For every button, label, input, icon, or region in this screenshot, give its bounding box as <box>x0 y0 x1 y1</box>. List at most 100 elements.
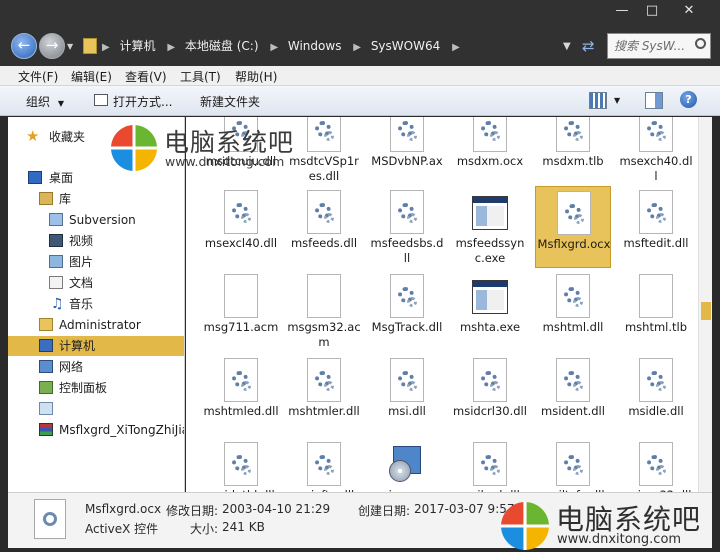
dll-gear-icon <box>389 274 425 318</box>
organize-button[interactable]: 组织 ▼ <box>26 93 64 110</box>
details-size-label: 大小: <box>190 522 219 536</box>
menu-edit[interactable]: 编辑(E) <box>71 68 112 85</box>
close-button[interactable]: ✕ <box>674 2 704 20</box>
breadcrumb-syswow64[interactable]: SysWOW64 <box>371 39 440 53</box>
file-item[interactable]: mshtmled.dll <box>203 354 279 436</box>
file-item[interactable]: msihnd.dll <box>452 438 528 492</box>
history-dropdown-icon[interactable]: ▼ <box>67 42 73 51</box>
file-item[interactable]: MsgTrack.dll <box>369 270 445 352</box>
file-item[interactable]: msimg32.dll <box>618 438 694 492</box>
file-item[interactable]: msexcl40.dll <box>203 186 279 268</box>
dll-gear-icon <box>638 358 674 402</box>
nav-administrator[interactable]: Administrator <box>8 315 184 335</box>
dll-gear-icon <box>389 190 425 234</box>
file-item[interactable]: msfeedsbs.dll <box>369 186 445 268</box>
new-folder-button[interactable]: 新建文件夹 <box>200 93 260 110</box>
file-name: msftedit.dll <box>623 236 689 250</box>
file-item[interactable]: mshta.exe <box>452 270 528 352</box>
menu-help[interactable]: 帮助(H) <box>235 68 277 85</box>
file-item[interactable]: Msflxgrd.ocx <box>535 186 611 268</box>
vertical-scrollbar[interactable] <box>698 117 712 492</box>
view-dropdown-icon[interactable]: ▼ <box>614 96 620 105</box>
recycle-bin-icon <box>39 402 53 415</box>
breadcrumb-separator-icon: ▶ <box>102 42 110 53</box>
nav-archive-file[interactable]: Msflxgrd_XiTongZhiJia.zi <box>8 420 184 440</box>
file-item[interactable]: msfeeds.dll <box>286 186 362 268</box>
library-icon <box>39 192 53 205</box>
file-item[interactable]: mshtmler.dll <box>286 354 362 436</box>
maximize-button[interactable]: □ <box>637 2 667 20</box>
archive-icon <box>39 423 53 436</box>
command-bar: 组织 ▼ 打开方式... 新建文件夹 ▼ <box>0 86 720 116</box>
details-filename: Msflxgrd.ocx <box>85 502 162 516</box>
menu-file[interactable]: 文件(F) <box>18 68 58 85</box>
nav-administrator-label: Administrator <box>59 318 141 332</box>
forward-button[interactable]: → <box>39 33 65 59</box>
file-item[interactable]: msgsm32.acm <box>286 270 362 352</box>
nav-music[interactable]: ♫ 音乐 <box>8 294 184 314</box>
nav-computer[interactable]: 计算机 <box>8 336 184 356</box>
open-with-button[interactable]: 打开方式... <box>113 93 172 110</box>
file-item[interactable]: msexch40.dll <box>618 117 694 186</box>
file-item[interactable]: msidcrl30.dll <box>452 354 528 436</box>
nav-recycle-bin[interactable] <box>8 399 184 419</box>
breadcrumb-separator-icon: ▶ <box>452 42 460 53</box>
file-name: mshtml.dll <box>542 320 604 334</box>
file-item[interactable]: msiltcfg.dll <box>535 438 611 492</box>
nav-documents[interactable]: 文档 <box>8 273 184 293</box>
back-button[interactable]: ← <box>11 33 37 59</box>
nav-videos[interactable]: 视频 <box>8 231 184 251</box>
file-item[interactable]: mshtml.dll <box>535 270 611 352</box>
folder-icon <box>83 38 97 54</box>
file-item[interactable]: msiexec.exe <box>369 438 445 492</box>
file-item[interactable]: msfeedssync.exe <box>452 186 528 268</box>
menu-bar: 文件(F) 编辑(E) 查看(V) 工具(T) 帮助(H) <box>0 66 720 86</box>
scrollbar-thumb[interactable] <box>701 302 711 320</box>
file-item[interactable]: MSDvbNP.ax <box>369 117 445 186</box>
breadcrumb-windows[interactable]: Windows <box>288 39 342 53</box>
file-item[interactable]: msftedit.dll <box>618 186 694 268</box>
file-item[interactable]: msi.dll <box>369 354 445 436</box>
help-icon[interactable]: ? <box>680 91 697 108</box>
dll-gear-icon <box>555 358 591 402</box>
menu-tools[interactable]: 工具(T) <box>180 68 221 85</box>
nav-control-panel-label: 控制面板 <box>59 381 108 395</box>
breadcrumb[interactable]: ▶ 计算机 ▶ 本地磁盘 (C:) ▶ Windows ▶ SysWOW64 ▶ <box>102 34 460 58</box>
file-item[interactable]: mshtml.tlb <box>618 270 694 352</box>
nav-desktop-label: 桌面 <box>49 171 74 185</box>
title-bar: — □ ✕ ← → ▼ ▶ 计算机 ▶ 本地磁盘 (C:) ▶ Windows … <box>0 0 720 66</box>
file-item[interactable]: msieftp.dll <box>286 438 362 492</box>
nav-subversion[interactable]: Subversion <box>8 210 184 230</box>
watermark-logo-bottom: 电脑系统吧 www.dnxitong.com <box>500 500 720 552</box>
file-item[interactable]: msident.dll <box>535 354 611 436</box>
minimize-button[interactable]: — <box>607 2 637 20</box>
nav-control-panel[interactable]: 控制面板 <box>8 378 184 398</box>
address-dropdown-icon[interactable]: ▼ <box>563 41 571 52</box>
file-name: msfeeds.dll <box>290 236 358 250</box>
nav-computer-label: 计算机 <box>59 339 96 353</box>
file-item[interactable]: msidle.dll <box>618 354 694 436</box>
view-options-icon[interactable] <box>589 92 607 109</box>
menu-view[interactable]: 查看(V) <box>125 68 167 85</box>
dll-gear-icon <box>555 117 591 152</box>
user-folder-icon <box>39 318 53 331</box>
watermark-url-bottom: www.dnxitong.com <box>557 532 682 547</box>
organize-label: 组织 <box>26 95 51 109</box>
nav-network[interactable]: 网络 <box>8 357 184 377</box>
breadcrumb-drive-c[interactable]: 本地磁盘 (C:) <box>185 39 259 53</box>
file-item[interactable]: msdxm.ocx <box>452 117 528 186</box>
app-window-icon <box>472 274 508 318</box>
subversion-icon <box>49 213 63 226</box>
preview-pane-icon[interactable] <box>645 92 663 109</box>
search-icon[interactable] <box>695 38 706 49</box>
file-item[interactable]: msidntld.dll <box>203 438 279 492</box>
dll-gear-icon <box>306 190 342 234</box>
nav-pictures[interactable]: 图片 <box>8 252 184 272</box>
dll-gear-icon <box>638 190 674 234</box>
breadcrumb-computer[interactable]: 计算机 <box>120 39 156 53</box>
file-item[interactable]: msg711.acm <box>203 270 279 352</box>
file-name: msexch40.dll <box>619 154 693 183</box>
nav-libraries[interactable]: 库 <box>8 189 184 209</box>
file-item[interactable]: msdxm.tlb <box>535 117 611 186</box>
refresh-icon[interactable]: ⇄ <box>582 37 595 55</box>
